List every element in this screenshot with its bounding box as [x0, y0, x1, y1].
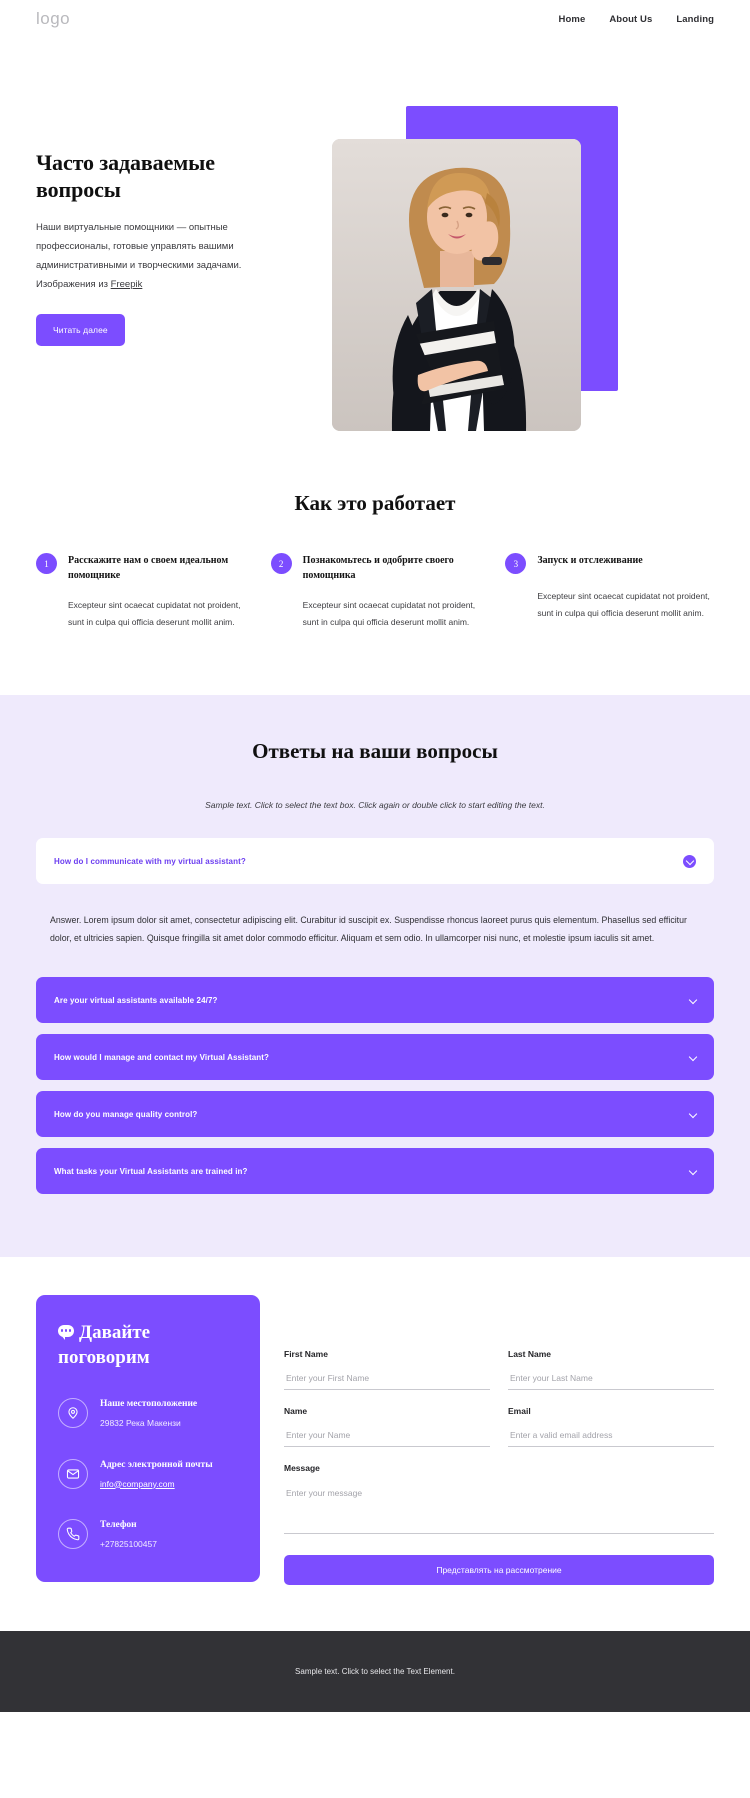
contact-label: Наше местоположение	[100, 1399, 198, 1410]
form-row: Name Email	[284, 1406, 714, 1448]
main-navigation: Home About Us Landing	[559, 14, 714, 25]
contact-item-phone: Телефон +27825100457	[58, 1519, 238, 1551]
field-name: Name	[284, 1406, 490, 1448]
site-footer: Sample text. Click to select the Text El…	[0, 1631, 750, 1713]
contact-info-card: Давайте поговорим Наше местоположение 29…	[36, 1295, 260, 1582]
step-number-badge: 2	[270, 553, 292, 574]
nav-item-landing[interactable]: Landing	[676, 14, 714, 25]
contact-form: First Name Last Name Name Email	[284, 1295, 714, 1586]
message-textarea[interactable]	[284, 1482, 714, 1535]
hero-section: Часто задаваемые вопросы Наши виртуальны…	[0, 38, 750, 433]
contact-item-email: Адрес электронной почты info@company.com	[58, 1458, 238, 1492]
chevron-down-icon[interactable]	[690, 1111, 696, 1117]
phone-icon	[58, 1519, 88, 1550]
hero-paragraph: Наши виртуальные помощники — опытные про…	[36, 218, 301, 294]
last-name-label: Last Name	[508, 1349, 551, 1360]
faq-question: How do you manage quality control?	[54, 1109, 198, 1119]
chevron-down-icon[interactable]	[690, 1054, 696, 1060]
landing-page: logo Home About Us Landing Часто задавае…	[0, 0, 750, 1713]
last-name-input[interactable]	[508, 1369, 714, 1391]
page-title: Часто задаваемые вопросы	[36, 150, 215, 202]
name-input[interactable]	[284, 1426, 490, 1448]
step-title: Запуск и отслеживание	[537, 555, 643, 566]
read-more-button[interactable]: Читать далее	[36, 313, 125, 346]
form-row: First Name Last Name	[284, 1349, 714, 1391]
faq-question: How would I manage and contact my Virtua…	[54, 1052, 270, 1062]
faq-title: Ответы на ваши вопросы	[252, 739, 498, 763]
step-header: 1 Расскажите нам о своем идеальном помощ…	[36, 552, 245, 583]
faq-item-closed[interactable]: Are your virtual assistants available 24…	[36, 977, 714, 1024]
contact-label: Адрес электронной почты	[100, 1459, 213, 1470]
contact-heading: Давайте поговорим	[58, 1321, 238, 1370]
faq-question: Are your virtual assistants available 24…	[54, 995, 218, 1005]
contact-value: +27825100457	[100, 1538, 157, 1549]
contact-item-location: Наше местоположение 29832 Река Макензи	[58, 1398, 238, 1430]
envelope-icon	[58, 1458, 88, 1489]
step-body: Excepteur sint ocaecat cupidatat not pro…	[302, 600, 476, 627]
faq-item-closed[interactable]: What tasks your Virtual Assistants are t…	[36, 1148, 714, 1195]
chat-bubble-icon	[58, 1325, 74, 1341]
step-item: 3 Запуск и отслеживание Excepteur sint o…	[505, 552, 714, 631]
step-body: Excepteur sint ocaecat cupidatat not pro…	[68, 600, 241, 627]
contact-section: Давайте поговорим Наше местоположение 29…	[0, 1257, 750, 1632]
faq-answer: Answer. Lorem ipsum dolor sit amet, cons…	[50, 915, 687, 944]
step-title: Расскажите нам о своем идеальном помощни…	[68, 555, 229, 581]
contact-label: Телефон	[100, 1520, 137, 1531]
first-name-label: First Name	[284, 1349, 328, 1360]
faq-question: What tasks your Virtual Assistants are t…	[54, 1166, 248, 1176]
nav-item-home[interactable]: Home	[559, 14, 586, 25]
message-label: Message	[284, 1463, 320, 1474]
site-header: logo Home About Us Landing	[0, 0, 750, 38]
nav-item-about-us[interactable]: About Us	[609, 14, 652, 25]
submit-button[interactable]: Представлять на рассмотрение	[284, 1555, 714, 1586]
step-body: Excepteur sint ocaecat cupidatat not pro…	[537, 591, 710, 618]
contact-value: info@company.com	[100, 1478, 213, 1492]
step-item: 2 Познакомьтесь и одобрите своего помощн…	[270, 552, 480, 631]
field-last-name: Last Name	[508, 1349, 714, 1391]
faq-question: How do I communicate with my virtual ass…	[54, 856, 246, 866]
site-logo[interactable]: logo	[36, 9, 70, 29]
location-pin-icon	[58, 1398, 88, 1429]
field-email: Email	[508, 1406, 714, 1448]
faq-item-open[interactable]: How do I communicate with my virtual ass…	[36, 838, 714, 884]
how-it-works-title: Как это работает	[294, 491, 456, 515]
faq-section: Ответы на ваши вопросы Sample text. Clic…	[0, 695, 750, 1258]
email-link[interactable]: info@company.com	[100, 1479, 175, 1489]
field-message: Message	[284, 1463, 714, 1539]
hero-copy: Часто задаваемые вопросы Наши виртуальны…	[36, 150, 301, 346]
step-header: 2 Познакомьтесь и одобрите своего помощн…	[270, 552, 480, 583]
step-title: Познакомьтесь и одобрите своего помощник…	[302, 555, 454, 581]
faq-subtitle: Sample text. Click to select the text bo…	[205, 800, 545, 810]
contact-value: 29832 Река Макензи	[100, 1418, 181, 1429]
footer-text: Sample text. Click to select the Text El…	[295, 1667, 455, 1677]
faq-item-closed[interactable]: How would I manage and contact my Virtua…	[36, 1034, 714, 1081]
step-header: 3 Запуск и отслеживание	[505, 552, 714, 574]
first-name-input[interactable]	[284, 1369, 490, 1391]
chevron-down-icon[interactable]	[690, 997, 696, 1003]
name-label: Name	[284, 1406, 308, 1417]
field-first-name: First Name	[284, 1349, 490, 1391]
email-input[interactable]	[508, 1426, 714, 1448]
chevron-down-icon[interactable]	[690, 1168, 696, 1174]
hero-image	[332, 139, 581, 431]
step-number-badge: 3	[505, 553, 527, 574]
step-item: 1 Расскажите нам о своем идеальном помощ…	[36, 552, 245, 631]
freepik-link[interactable]: Freepik	[111, 279, 143, 290]
faq-item-closed[interactable]: How do you manage quality control?	[36, 1091, 714, 1138]
email-label: Email	[508, 1406, 531, 1417]
chevron-down-icon[interactable]	[683, 854, 696, 868]
step-number-badge: 1	[36, 553, 57, 574]
how-it-works-section: Как это работает 1 Расскажите нам о свое…	[0, 433, 750, 695]
steps-list: 1 Расскажите нам о своем идеальном помощ…	[36, 552, 714, 631]
